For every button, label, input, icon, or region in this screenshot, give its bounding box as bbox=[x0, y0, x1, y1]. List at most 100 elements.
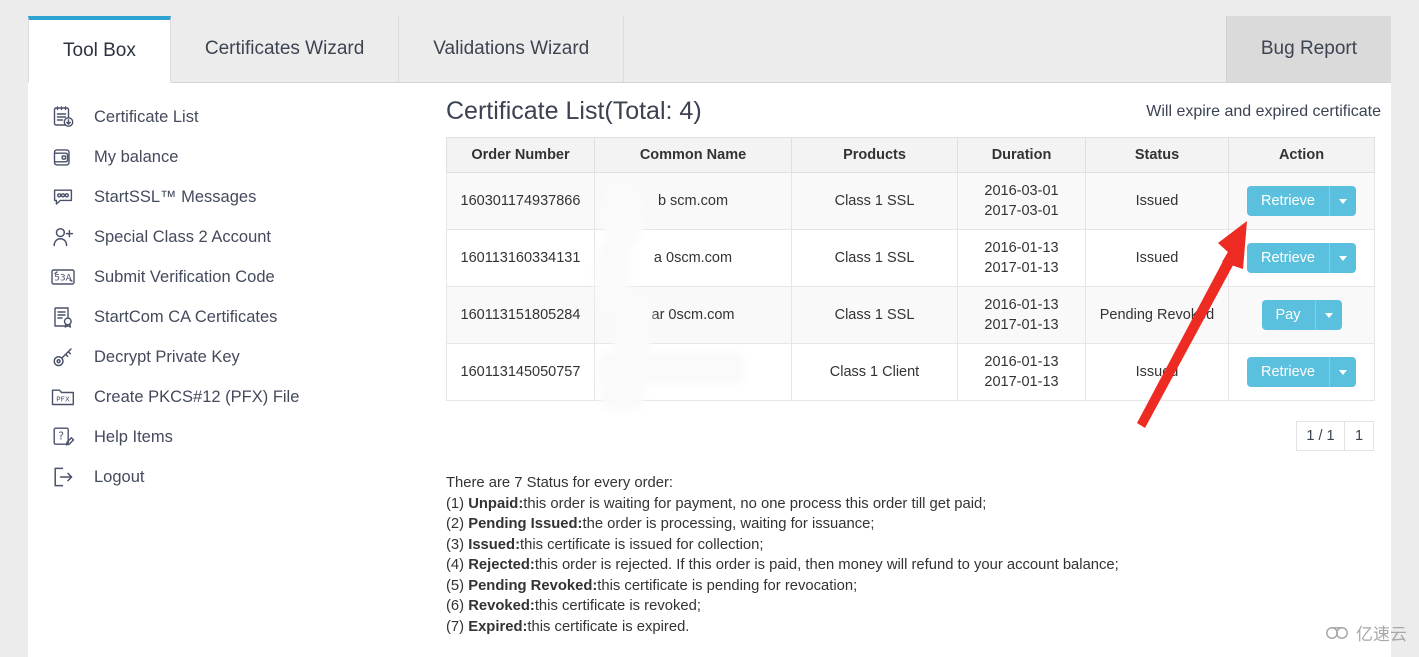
retrieve-button[interactable]: Retrieve bbox=[1247, 243, 1330, 273]
action-split-button[interactable]: Retrieve bbox=[1247, 357, 1356, 387]
sidebar-item-decrypt-private-key[interactable]: Decrypt Private Key bbox=[28, 337, 428, 377]
cell-order-number: 160301174937866 bbox=[446, 172, 595, 230]
watermark: 亿速云 bbox=[1325, 620, 1407, 645]
sidebar-item-logout[interactable]: Logout bbox=[28, 457, 428, 497]
cell-common-name bbox=[594, 343, 792, 401]
sidebar-item-startssl-messages[interactable]: StartSSL™ Messages bbox=[28, 177, 428, 217]
chevron-down-icon bbox=[1324, 312, 1333, 318]
tab-tool-box[interactable]: Tool Box bbox=[28, 16, 171, 83]
legend-number: (2) bbox=[446, 516, 469, 532]
cell-order-number: 160113160334131 bbox=[446, 229, 595, 287]
legend-term: Issued: bbox=[468, 536, 521, 553]
table-row: 160113151805284 ar 0scm.com Class 1 SSL … bbox=[446, 286, 1375, 344]
column-header-common-name: Common Name bbox=[594, 137, 792, 173]
sidebar-item-label: StartSSL™ Messages bbox=[94, 187, 257, 206]
tab-validations-wizard[interactable]: Validations Wizard bbox=[399, 16, 625, 82]
sidebar-item-create-pkcs12-file[interactable]: PFX Create PKCS#12 (PFX) File bbox=[28, 377, 428, 417]
sidebar-item-my-balance[interactable]: My balance bbox=[28, 137, 428, 177]
legend-entry-1: (1) Unpaid:this order is waiting for pay… bbox=[446, 494, 1356, 514]
legend-desc: this certificate is expired. bbox=[527, 618, 690, 635]
column-header-order-number: Order Number bbox=[446, 137, 595, 173]
certificate-list-icon bbox=[50, 104, 76, 130]
cell-action: Pay bbox=[1228, 286, 1375, 344]
action-dropdown-toggle[interactable] bbox=[1315, 300, 1342, 330]
legend-number: (5) bbox=[446, 577, 469, 594]
user-add-icon bbox=[50, 224, 76, 250]
sidebar-item-label: StartCom CA Certificates bbox=[94, 307, 278, 326]
table-row: 160113145050757 Class 1 Client 2016-01-1… bbox=[446, 343, 1375, 401]
retrieve-button[interactable]: Retrieve bbox=[1247, 186, 1330, 216]
cell-common-name: b scm.com bbox=[594, 172, 792, 230]
cell-status: Issued bbox=[1085, 229, 1229, 287]
cell-status: Issued bbox=[1085, 343, 1229, 401]
logout-icon bbox=[50, 464, 76, 490]
cell-product: Class 1 SSL bbox=[791, 172, 958, 230]
svg-text:53A: 53A bbox=[54, 273, 72, 283]
tab-tool-box-label: Tool Box bbox=[63, 40, 136, 61]
cell-product: Class 1 SSL bbox=[791, 286, 958, 344]
svg-text:?: ? bbox=[58, 431, 64, 443]
status-legend: There are 7 Status for every order: (1) … bbox=[446, 473, 1356, 637]
legend-term: Unpaid: bbox=[468, 495, 524, 512]
tab-bug-report-label: Bug Report bbox=[1260, 38, 1357, 59]
action-dropdown-toggle[interactable] bbox=[1330, 357, 1356, 387]
pagination: 1 / 1 1 bbox=[446, 421, 1374, 451]
watermark-text: 亿速云 bbox=[1356, 625, 1407, 645]
tab-bug-report[interactable]: Bug Report bbox=[1225, 16, 1391, 82]
sidebar-item-help-items[interactable]: ? Help Items bbox=[28, 417, 428, 457]
duration-start: 2016-03-01 bbox=[984, 183, 1059, 199]
expired-certificate-link[interactable]: Will expire and expired certificate bbox=[1146, 103, 1381, 121]
legend-desc: this order is waiting for payment, no on… bbox=[523, 495, 987, 512]
duration-end: 2017-01-13 bbox=[984, 374, 1059, 390]
action-split-button[interactable]: Pay bbox=[1261, 300, 1342, 330]
cell-product: Class 1 SSL bbox=[791, 229, 958, 287]
legend-desc: this certificate is revoked; bbox=[534, 598, 701, 614]
message-bubble-icon bbox=[50, 184, 76, 210]
cell-order-number: 160113151805284 bbox=[446, 286, 595, 344]
sidebar-item-label: Logout bbox=[94, 467, 145, 486]
legend-desc: the order is processing, waiting for iss… bbox=[582, 516, 875, 532]
pagination-ratio: 1 / 1 bbox=[1296, 421, 1344, 451]
sidebar-item-startcom-ca-certificates[interactable]: StartCom CA Certificates bbox=[28, 297, 428, 337]
cell-duration: 2016-03-01 2017-03-01 bbox=[957, 172, 1086, 230]
tab-certificates-wizard[interactable]: Certificates Wizard bbox=[170, 16, 400, 82]
cell-duration: 2016-01-13 2017-01-13 bbox=[957, 286, 1086, 344]
pagination-page-1[interactable]: 1 bbox=[1344, 421, 1374, 451]
sidebar-item-label: My balance bbox=[94, 147, 179, 166]
sidebar-item-special-class-2-account[interactable]: Special Class 2 Account bbox=[28, 217, 428, 257]
duration-end: 2017-01-13 bbox=[984, 260, 1059, 276]
duration-start: 2016-01-13 bbox=[984, 354, 1059, 370]
tab-bar: Tool Box Certificates Wizard Validations… bbox=[28, 16, 1391, 83]
legend-term: Pending Revoked: bbox=[468, 577, 598, 594]
tab-bar-spacer bbox=[624, 16, 1226, 82]
sidebar-item-certificate-list[interactable]: Certificate List bbox=[28, 97, 428, 137]
sidebar-item-label: Certificate List bbox=[94, 107, 199, 126]
cell-common-name: ar 0scm.com bbox=[594, 286, 792, 344]
tab-certificates-wizard-label: Certificates Wizard bbox=[204, 38, 365, 59]
cell-action: Retrieve bbox=[1228, 172, 1375, 230]
legend-desc: this order is rejected. If this order is… bbox=[534, 557, 1119, 573]
help-pencil-icon: ? bbox=[50, 424, 76, 450]
table-row: 160113160334131 a 0scm.com Class 1 SSL 2… bbox=[446, 229, 1375, 287]
action-split-button[interactable]: Retrieve bbox=[1247, 186, 1356, 216]
action-split-button[interactable]: Retrieve bbox=[1247, 243, 1356, 273]
legend-number: (6) bbox=[446, 598, 469, 614]
sidebar: Certificate List My balance StartSSL™ Me… bbox=[28, 97, 428, 497]
retrieve-button[interactable]: Retrieve bbox=[1247, 357, 1330, 387]
legend-term: Revoked: bbox=[468, 598, 535, 614]
cell-duration: 2016-01-13 2017-01-13 bbox=[957, 229, 1086, 287]
sidebar-item-label: Special Class 2 Account bbox=[94, 227, 272, 246]
legend-desc: this certificate is issued for collectio… bbox=[520, 536, 764, 553]
legend-entry-6: (6) Revoked:this certificate is revoked; bbox=[446, 596, 1356, 616]
sidebar-item-submit-verification-code[interactable]: 53A Submit Verification Code bbox=[28, 257, 428, 297]
legend-entry-7: (7) Expired:this certificate is expired. bbox=[446, 617, 1356, 637]
cell-action: Retrieve bbox=[1228, 343, 1375, 401]
app-root: Tool Box Certificates Wizard Validations… bbox=[0, 0, 1419, 657]
action-dropdown-toggle[interactable] bbox=[1330, 186, 1356, 216]
legend-term: Pending Issued: bbox=[468, 516, 583, 532]
cell-status: Issued bbox=[1085, 172, 1229, 230]
pay-button[interactable]: Pay bbox=[1261, 300, 1316, 330]
wallet-icon bbox=[50, 144, 76, 170]
action-dropdown-toggle[interactable] bbox=[1330, 243, 1356, 273]
pfx-folder-icon: PFX bbox=[50, 384, 76, 410]
